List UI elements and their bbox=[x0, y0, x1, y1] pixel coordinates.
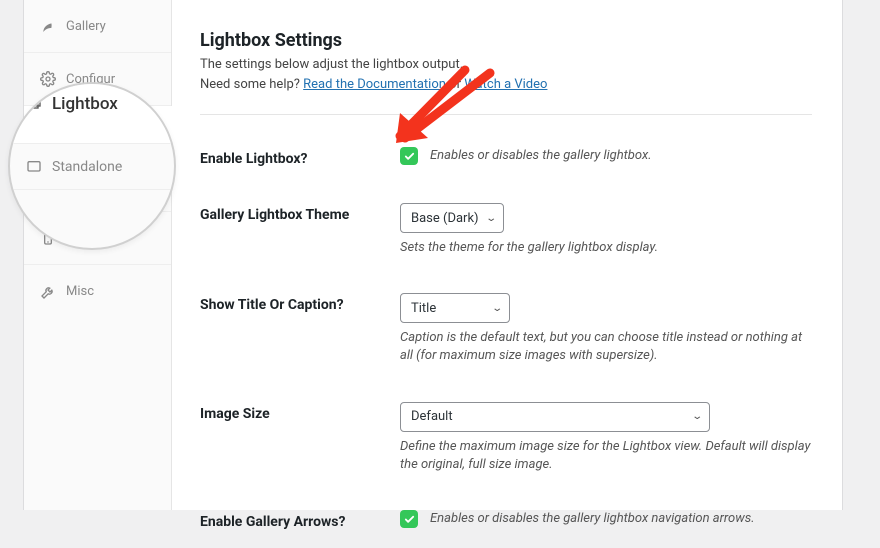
enable-arrows-checkbox[interactable] bbox=[400, 510, 418, 528]
leaf-icon bbox=[40, 18, 56, 34]
field-label: Gallery Lightbox Theme bbox=[200, 203, 400, 223]
field-image-size: Image Size Default ⌄ Define the maximum … bbox=[200, 384, 812, 492]
field-lightbox-theme: Gallery Lightbox Theme Base (Dark) ⌄ Set… bbox=[200, 185, 812, 275]
page-intro: The settings below adjust the lightbox o… bbox=[200, 55, 812, 94]
settings-sidebar: Gallery Configur Lightbox Standalone Mob… bbox=[24, 0, 172, 510]
lens-item-active: Lightbox bbox=[10, 82, 175, 144]
magnifier-annotation: Configur Lightbox Standalone bbox=[8, 82, 176, 250]
lightbox-icon bbox=[26, 96, 42, 112]
field-show-title: Show Title Or Caption? Title ⌄ Caption i… bbox=[200, 275, 812, 383]
sidebar-item-gallery[interactable]: Gallery bbox=[24, 0, 171, 53]
field-label: Show Title Or Caption? bbox=[200, 293, 400, 313]
chevron-down-icon: ⌄ bbox=[485, 213, 497, 224]
settings-panel: Lightbox Settings The settings below adj… bbox=[172, 0, 842, 510]
theme-select[interactable]: Base (Dark) ⌄ bbox=[400, 203, 504, 233]
check-icon bbox=[404, 514, 415, 525]
field-label: Enable Lightbox? bbox=[200, 147, 400, 167]
video-link[interactable]: Watch a Video bbox=[464, 77, 547, 92]
field-desc: Caption is the default text, but you can… bbox=[400, 329, 812, 365]
field-desc: Enables or disables the gallery lightbox… bbox=[430, 510, 755, 528]
image-size-select[interactable]: Default ⌄ bbox=[400, 402, 710, 432]
standalone-icon bbox=[26, 159, 42, 175]
title-caption-select[interactable]: Title ⌄ bbox=[400, 293, 510, 323]
documentation-link[interactable]: Read the Documentation bbox=[303, 77, 446, 92]
sidebar-item-label: Gallery bbox=[66, 19, 106, 34]
field-enable-arrows: Enable Gallery Arrows? Enables or disabl… bbox=[200, 492, 812, 548]
enable-lightbox-checkbox[interactable] bbox=[400, 147, 418, 165]
field-desc: Define the maximum image size for the Li… bbox=[400, 438, 812, 474]
field-enable-lightbox: Enable Lightbox? Enables or disables the… bbox=[200, 129, 812, 185]
field-label: Enable Gallery Arrows? bbox=[200, 510, 400, 530]
chevron-down-icon: ⌄ bbox=[491, 303, 503, 314]
lens-item: Standalone bbox=[10, 144, 174, 190]
field-label: Image Size bbox=[200, 402, 400, 422]
field-desc: Sets the theme for the gallery lightbox … bbox=[400, 239, 812, 257]
wrench-icon bbox=[40, 284, 56, 300]
check-icon bbox=[404, 151, 415, 162]
field-desc: Enables or disables the gallery lightbox… bbox=[430, 147, 652, 165]
sidebar-item-misc[interactable]: Misc bbox=[24, 265, 171, 318]
divider bbox=[200, 114, 812, 115]
sidebar-item-label: Misc bbox=[66, 284, 94, 299]
chevron-down-icon: ⌄ bbox=[691, 411, 703, 422]
page-title: Lightbox Settings bbox=[200, 10, 812, 51]
